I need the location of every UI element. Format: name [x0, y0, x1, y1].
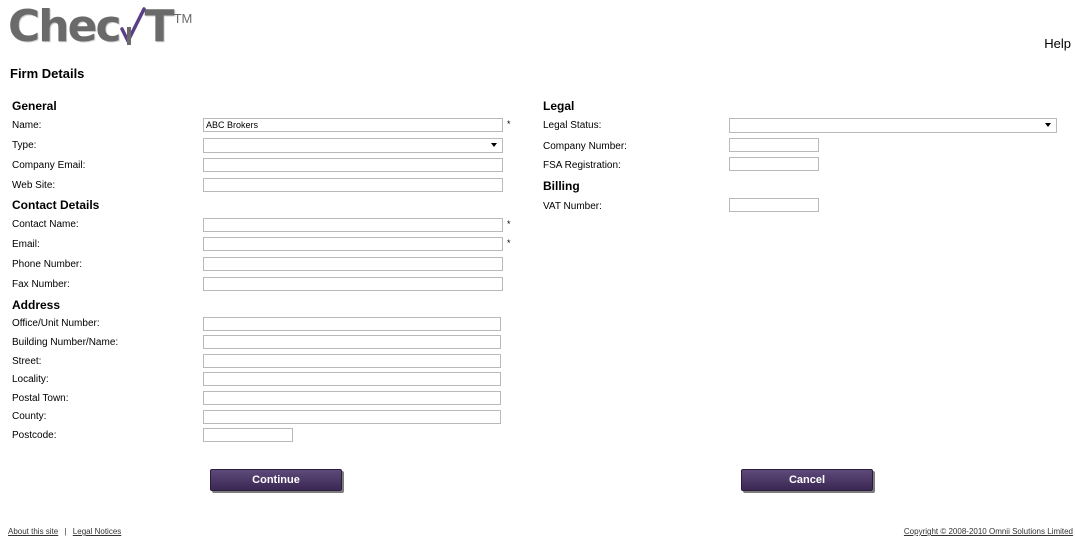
phone-number-label: Phone Number: — [12, 259, 83, 270]
office-unit-label: Office/Unit Number: — [12, 318, 100, 329]
fsa-registration-label: FSA Registration: — [543, 160, 621, 171]
required-marker: * — [507, 119, 511, 129]
company-email-label: Company Email: — [12, 160, 86, 171]
general-heading: General — [12, 99, 57, 113]
street-field[interactable] — [203, 354, 501, 368]
email-label: Email: — [12, 239, 40, 250]
chevron-down-icon — [491, 143, 497, 147]
legal-status-select[interactable] — [729, 118, 1057, 133]
help-link[interactable]: Help — [1044, 36, 1071, 51]
office-unit-field[interactable] — [203, 317, 501, 331]
company-number-field[interactable] — [729, 138, 819, 152]
building-field[interactable] — [203, 335, 501, 349]
contact-name-field[interactable] — [203, 218, 503, 232]
name-field[interactable] — [203, 118, 503, 132]
postal-town-field[interactable] — [203, 391, 501, 405]
postcode-field[interactable] — [203, 428, 293, 442]
chevron-down-icon — [1045, 123, 1051, 127]
copyright-notice[interactable]: Copyright © 2008-2010 Omnii Solutions Li… — [904, 527, 1073, 536]
county-label: County: — [12, 411, 47, 422]
legal-heading: Legal — [543, 99, 575, 113]
billing-heading: Billing — [543, 179, 580, 193]
check-mark-icon — [119, 7, 147, 47]
vat-number-field[interactable] — [729, 198, 819, 212]
building-label: Building Number/Name: — [12, 337, 119, 348]
fax-number-label: Fax Number: — [12, 279, 70, 290]
about-this-site-link[interactable]: About this site — [8, 527, 58, 536]
locality-field[interactable] — [203, 372, 501, 386]
continue-button[interactable]: Continue — [210, 469, 342, 491]
fax-number-field[interactable] — [203, 277, 503, 291]
email-field[interactable] — [203, 237, 503, 251]
web-site-field[interactable] — [203, 178, 503, 192]
type-select[interactable] — [203, 138, 503, 153]
legal-notices-link[interactable]: Legal Notices — [73, 527, 121, 536]
legal-status-label: Legal Status: — [543, 120, 602, 131]
required-marker: * — [507, 219, 511, 229]
cancel-button[interactable]: Cancel — [741, 469, 873, 491]
required-marker: * — [507, 238, 511, 248]
footer-links: About this site | Legal Notices — [8, 527, 121, 536]
postcode-label: Postcode: — [12, 430, 57, 441]
web-site-label: Web Site: — [12, 180, 56, 191]
locality-label: Locality: — [12, 374, 49, 385]
postal-town-label: Postal Town: — [12, 393, 69, 404]
phone-number-field[interactable] — [203, 257, 503, 271]
checkit-logo: Chec TTM — [8, 1, 193, 52]
vat-number-label: VAT Number: — [543, 201, 602, 212]
copyright-link[interactable]: Copyright © 2008-2010 Omnii Solutions Li… — [904, 527, 1073, 536]
name-label: Name: — [12, 120, 42, 131]
page-title: Firm Details — [10, 66, 85, 81]
contact-name-label: Contact Name: — [12, 219, 79, 230]
county-field[interactable] — [203, 410, 501, 424]
company-number-label: Company Number: — [543, 141, 627, 152]
contact-details-heading: Contact Details — [12, 198, 100, 212]
address-heading: Address — [12, 298, 61, 312]
street-label: Street: — [12, 356, 42, 367]
footer-separator: | — [64, 527, 67, 536]
fsa-registration-field[interactable] — [729, 157, 819, 171]
type-label: Type: — [12, 140, 37, 151]
company-email-field[interactable] — [203, 158, 503, 172]
